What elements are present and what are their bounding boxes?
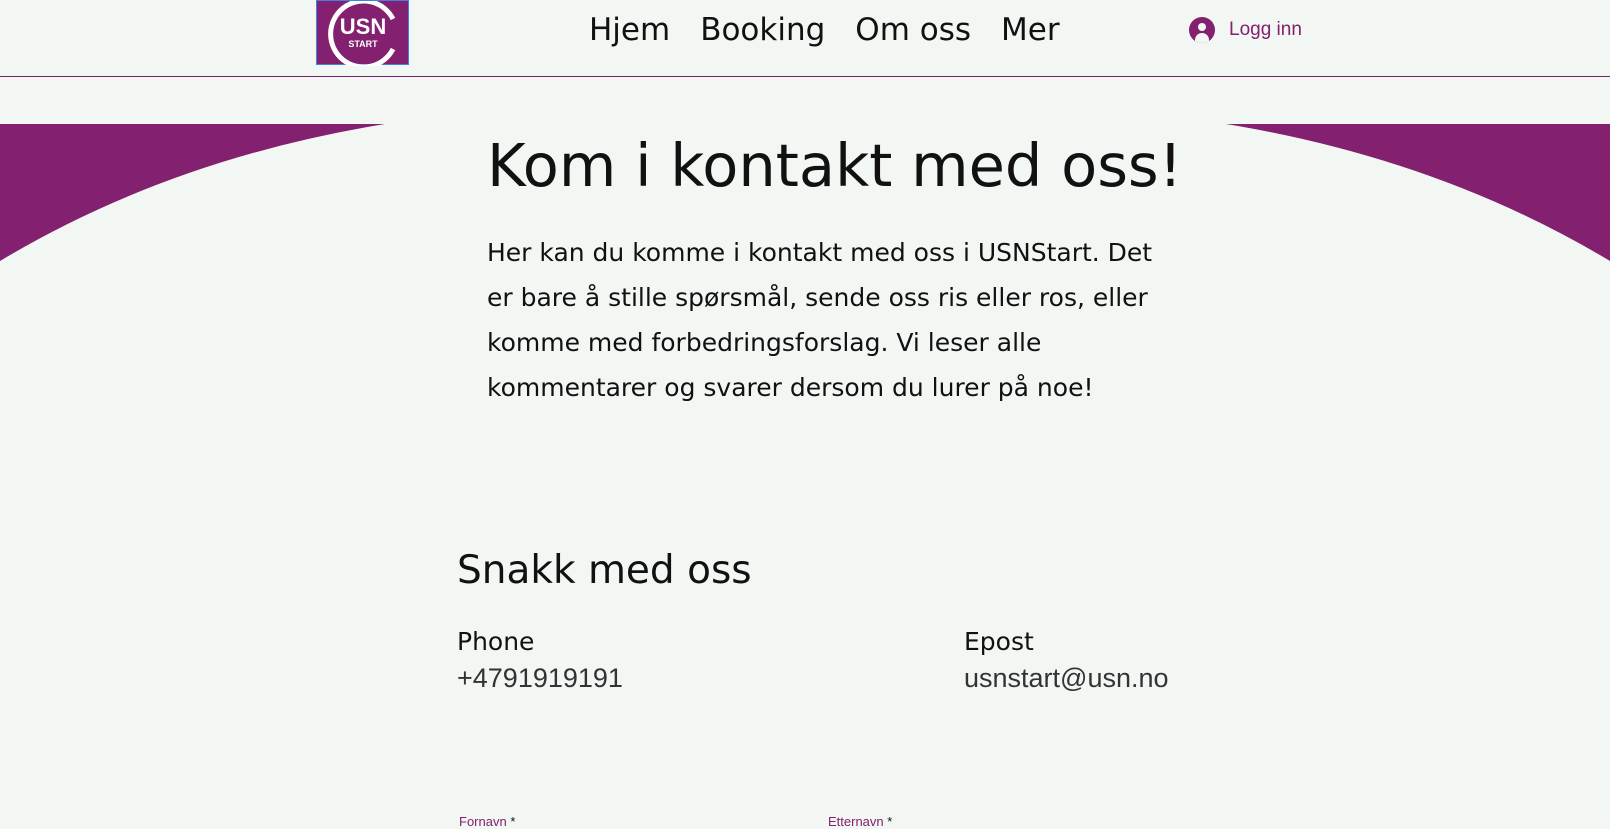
login-label: Logg inn bbox=[1229, 19, 1302, 40]
logo-ring-icon: USN START bbox=[328, 1, 396, 66]
nav-item-booking[interactable]: Booking bbox=[700, 8, 825, 52]
first-name-label-text: Fornavn bbox=[459, 814, 507, 829]
email-label: Epost bbox=[964, 627, 1034, 656]
site-header: USN START Hjem Booking Om oss Mer Logg i… bbox=[0, 0, 1610, 77]
nav-item-hjem[interactable]: Hjem bbox=[589, 8, 670, 52]
intro-text: Her kan du komme i kontakt med oss i USN… bbox=[487, 238, 1153, 402]
phone-label: Phone bbox=[457, 627, 535, 656]
phone-value[interactable]: +4791919191 bbox=[457, 660, 623, 696]
page-title: Kom i kontakt med oss! bbox=[487, 131, 1183, 200]
usn-start-logo[interactable]: USN START bbox=[316, 0, 409, 66]
user-avatar-icon bbox=[1189, 17, 1215, 43]
contact-section-title: Snakk med oss bbox=[457, 548, 752, 593]
phone-block: Phone +4791919191 bbox=[457, 624, 623, 696]
logo-text-start: START bbox=[348, 39, 378, 49]
required-marker: * bbox=[887, 814, 893, 829]
logo-text-usn: USN bbox=[340, 14, 386, 39]
first-name-label: Fornavn * bbox=[459, 814, 515, 829]
login-button[interactable]: Logg inn bbox=[1189, 17, 1302, 43]
last-name-label-text: Etternavn bbox=[828, 814, 884, 829]
required-marker: * bbox=[510, 814, 516, 829]
nav-item-om-oss[interactable]: Om oss bbox=[855, 8, 971, 52]
email-block: Epost usnstart@usn.no bbox=[964, 624, 1169, 696]
main-nav: Hjem Booking Om oss Mer bbox=[589, 8, 1090, 52]
nav-item-mer[interactable]: Mer bbox=[1001, 8, 1060, 52]
email-value[interactable]: usnstart@usn.no bbox=[964, 660, 1169, 696]
last-name-label: Etternavn * bbox=[828, 814, 892, 829]
